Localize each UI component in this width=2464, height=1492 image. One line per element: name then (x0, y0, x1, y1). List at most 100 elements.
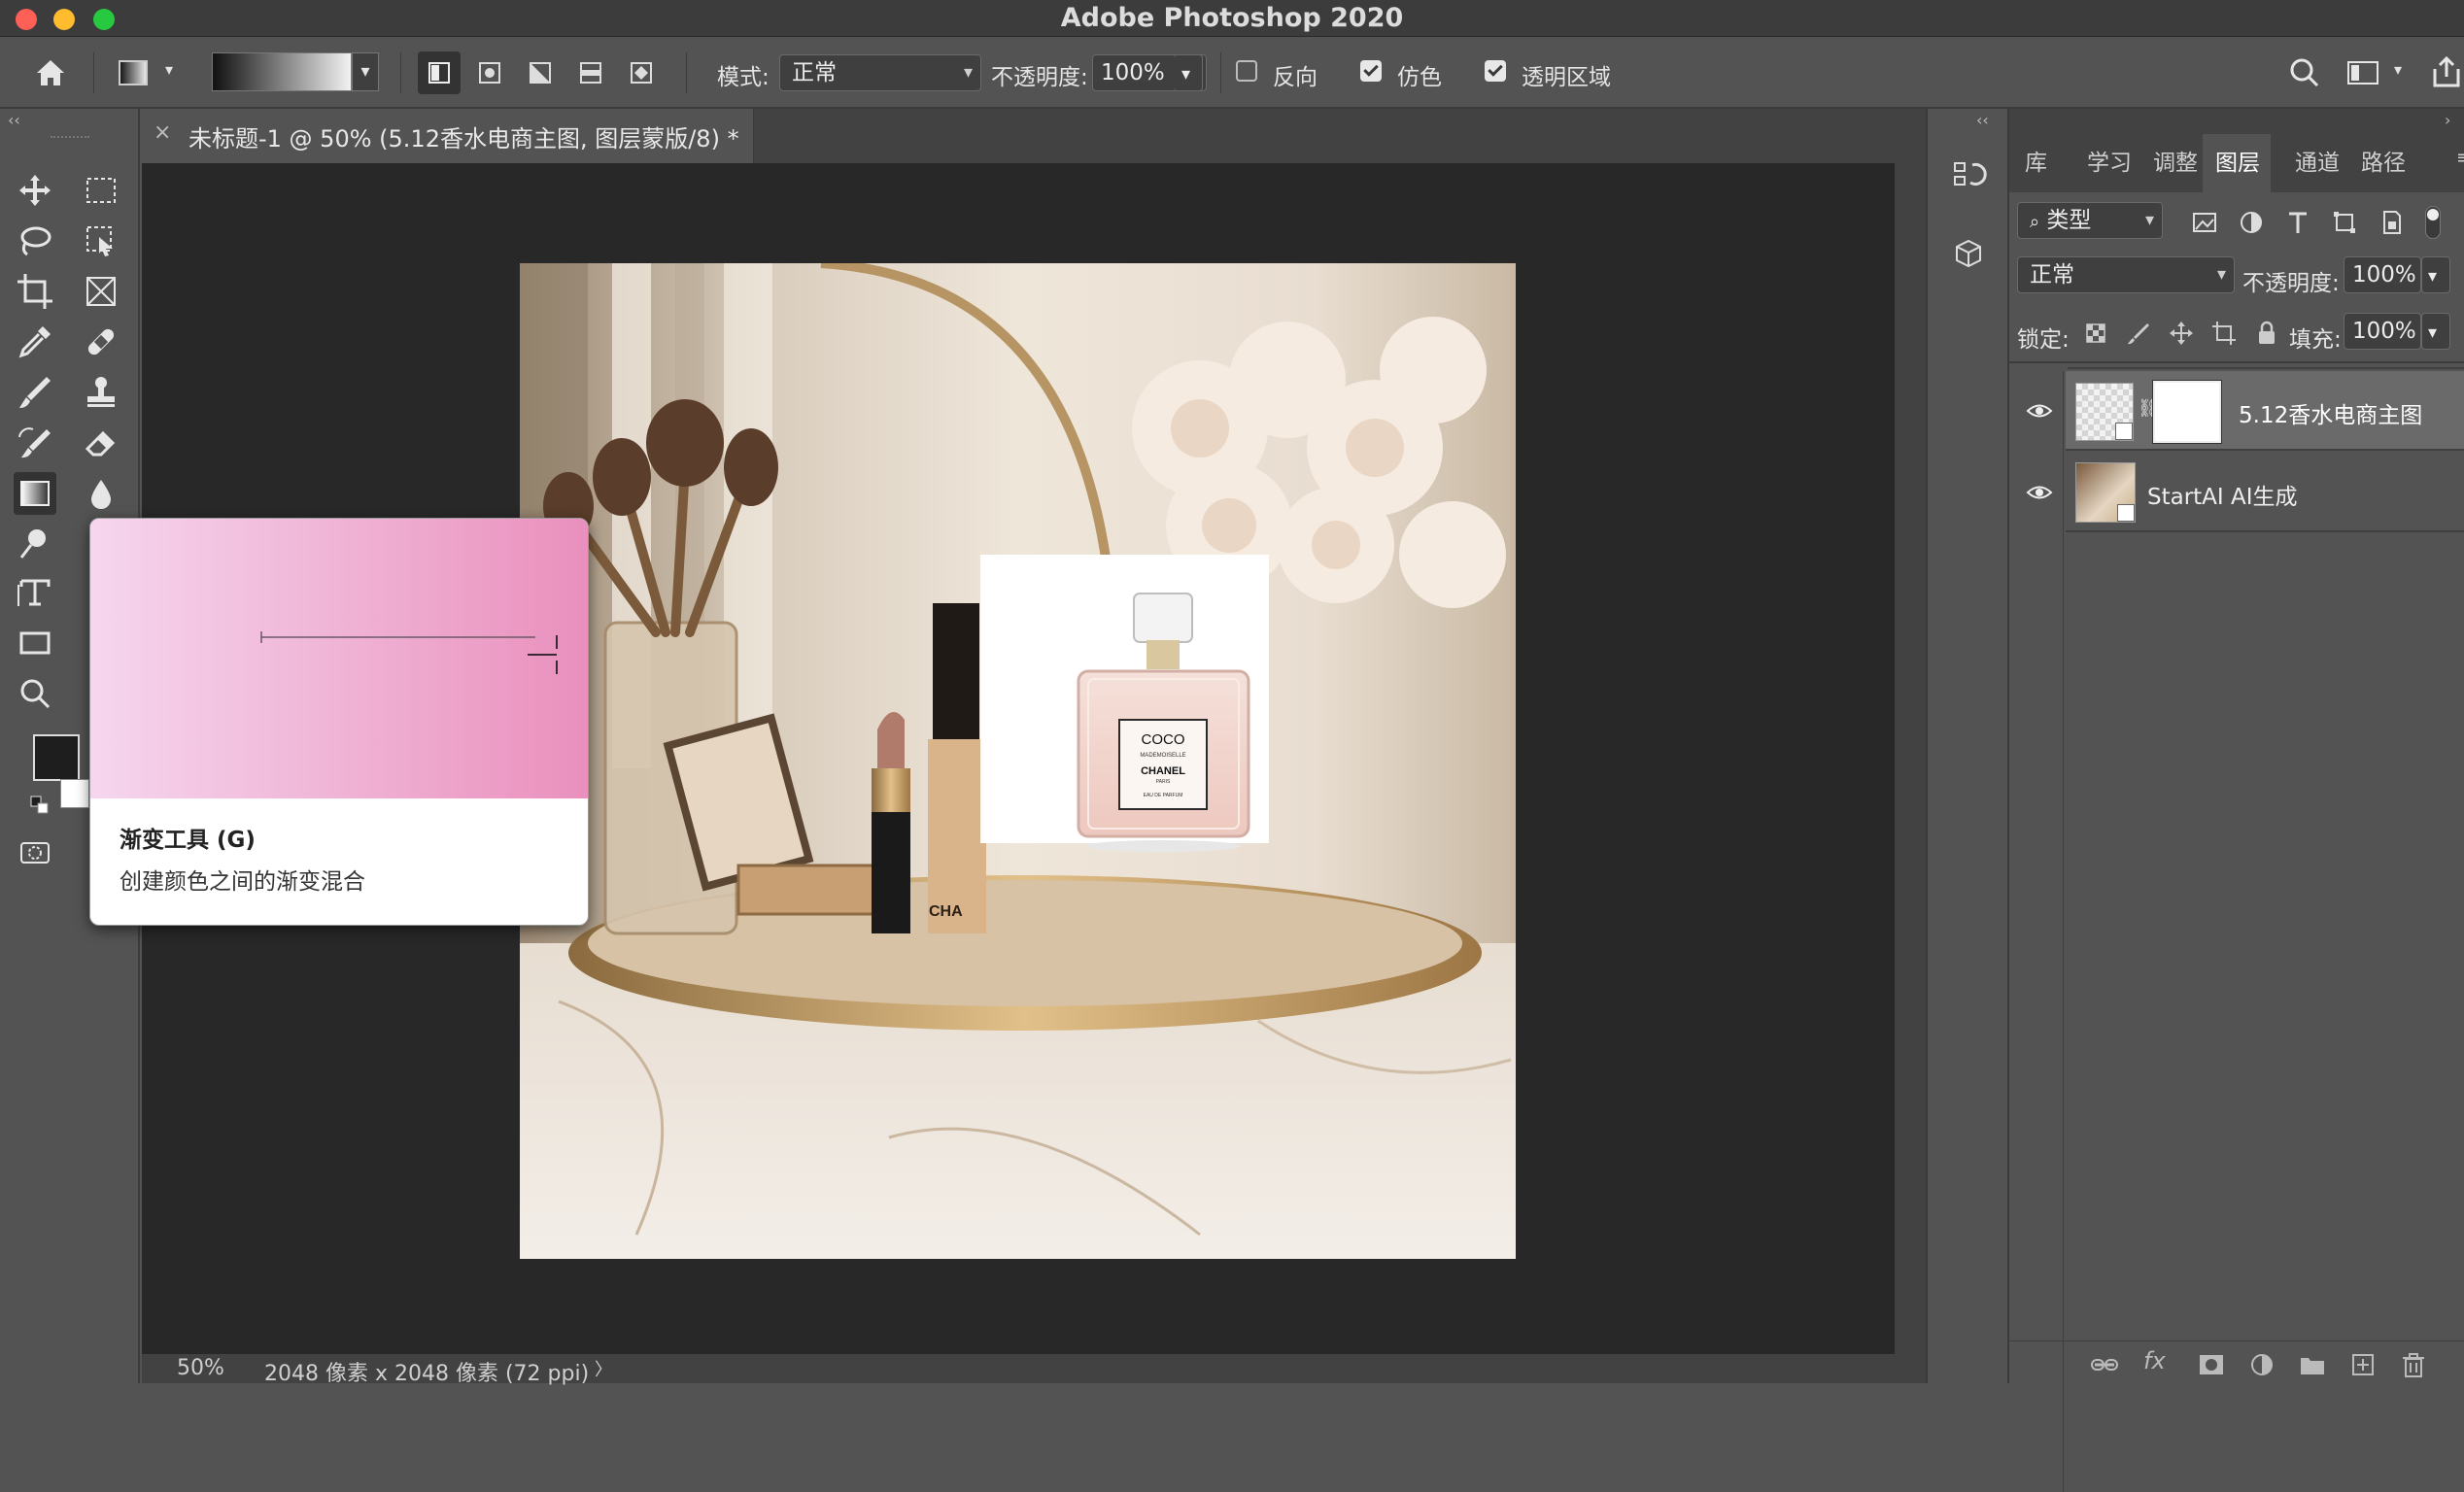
3d-panel-button[interactable] (1949, 235, 1988, 274)
zoom-tool[interactable] (14, 672, 56, 715)
gradient-tool-tooltip: 渐变工具 (G) 创建颜色之间的渐变混合 (89, 518, 589, 926)
transparency-checkbox[interactable] (1485, 60, 1506, 82)
dither-checkbox[interactable] (1360, 60, 1382, 82)
layer-thumbnail[interactable] (2075, 462, 2136, 523)
new-group-folder-icon[interactable] (2297, 1349, 2328, 1380)
collapse-toolbar-button[interactable]: ‹‹ (0, 111, 140, 129)
add-mask-icon[interactable] (2196, 1349, 2227, 1380)
panel-menu-icon[interactable]: ≡ (2456, 148, 2464, 168)
quick-mask-button[interactable] (14, 831, 56, 874)
document-tab[interactable]: × 未标题-1 @ 50% (5.12香水电商主图, 图层蒙版/8) * (142, 109, 754, 163)
eye-icon[interactable] (2025, 478, 2054, 507)
eyedropper-tool[interactable] (14, 321, 56, 363)
workspace-icon[interactable] (2344, 53, 2382, 92)
marquee-tool[interactable] (80, 169, 122, 212)
home-icon[interactable] (31, 53, 70, 92)
layer-row[interactable]: StartAI AI生成 (2026, 453, 2464, 530)
vertical-scrollbar[interactable] (1895, 163, 1926, 1354)
lock-pixels-icon[interactable] (2124, 319, 2153, 348)
history-panel-button[interactable] (1949, 155, 1988, 194)
type-tool[interactable] (14, 571, 56, 614)
healing-brush-tool[interactable] (80, 321, 122, 363)
search-icon[interactable] (2285, 53, 2324, 92)
pixel-layer-filter-icon[interactable] (2188, 206, 2221, 239)
layer-thumbnail[interactable] (2075, 383, 2134, 441)
zoom-icon (20, 679, 51, 709)
lock-position-icon[interactable] (2167, 319, 2196, 348)
layer-mask-thumbnail[interactable] (2152, 380, 2222, 444)
tab-paths[interactable]: 路径 (2361, 144, 2406, 177)
object-selection-tool[interactable] (80, 220, 122, 262)
gradient-drag-line (260, 631, 558, 674)
layer-name[interactable]: 5.12香水电商主图 (2239, 396, 2422, 429)
blur-tool[interactable] (80, 472, 122, 515)
radial-gradient-icon[interactable] (470, 53, 509, 92)
lasso-tool[interactable] (14, 220, 56, 262)
opacity-dropdown[interactable]: ▾ (1174, 54, 1203, 91)
gradient-tool[interactable] (14, 472, 56, 515)
gradient-picker-dropdown[interactable]: ▾ (352, 52, 379, 91)
adjustment-layer-filter-icon[interactable] (2235, 206, 2268, 239)
angle-gradient-icon[interactable] (521, 53, 560, 92)
tab-learn[interactable]: 学习 (2087, 144, 2132, 177)
crop-tool[interactable] (14, 270, 56, 313)
shape-layer-filter-icon[interactable] (2328, 206, 2361, 239)
diamond-gradient-icon[interactable] (622, 53, 661, 92)
chevron-down-icon[interactable]: ▾ (165, 60, 173, 79)
zoom-level[interactable]: 50% (177, 1356, 224, 1380)
shape-tool[interactable] (14, 622, 56, 664)
filter-toggle[interactable] (2425, 206, 2441, 239)
trash-icon[interactable] (2398, 1349, 2429, 1380)
layer-row-selected[interactable]: ⛓ 5.12香水电商主图 (2026, 371, 2464, 449)
stamp-tool[interactable] (80, 371, 122, 414)
brush-tool[interactable] (14, 371, 56, 414)
tab-channels[interactable]: 通道 (2295, 144, 2340, 177)
eye-icon[interactable] (2025, 396, 2054, 425)
lock-artboard-icon[interactable] (2209, 319, 2239, 348)
mode-select[interactable]: 正常 ▾ (779, 54, 981, 91)
layer-name[interactable]: StartAI AI生成 (2147, 478, 2298, 511)
lock-transparency-icon[interactable] (2081, 319, 2110, 348)
gradient-picker[interactable] (212, 52, 352, 91)
close-document-icon[interactable]: × (154, 120, 171, 145)
layer-filter-select[interactable]: ⌕ 类型 ▾ (2017, 202, 2163, 239)
tab-layers[interactable]: 图层 (2215, 144, 2260, 177)
layer-style-fx-icon[interactable]: fx (2143, 1347, 2166, 1374)
fill-dropdown[interactable]: ▾ (2421, 313, 2450, 350)
eraser-tool[interactable] (80, 422, 122, 464)
new-layer-icon[interactable] (2347, 1349, 2378, 1380)
default-colors-icon[interactable] (29, 795, 51, 816)
eyedropper-icon (18, 326, 51, 358)
tab-libraries[interactable]: 库 (2025, 144, 2047, 177)
share-icon[interactable] (2427, 53, 2464, 92)
type-layer-filter-icon[interactable] (2281, 206, 2314, 239)
reflected-gradient-icon[interactable] (571, 53, 610, 92)
lock-all-icon[interactable] (2252, 319, 2281, 348)
frame-tool[interactable] (80, 270, 122, 313)
tab-adjustments[interactable]: 调整 (2153, 144, 2198, 177)
linear-gradient-button[interactable] (418, 51, 461, 94)
collapse-dock-button[interactable]: ‹‹ (1976, 111, 1989, 129)
background-color-swatch[interactable] (60, 779, 89, 808)
gradient-tool-preset-icon[interactable] (115, 53, 154, 92)
layer-opacity-dropdown[interactable]: ▾ (2421, 256, 2450, 293)
foreground-color-swatch[interactable] (33, 734, 80, 781)
move-tool[interactable] (14, 169, 56, 212)
document-canvas[interactable]: CHA COCO MADEMOISELLE CHANEL PARIS EAU D… (520, 263, 1516, 1259)
reverse-checkbox[interactable] (1236, 60, 1257, 82)
dodge-tool[interactable] (14, 523, 56, 565)
link-layers-icon[interactable] (2089, 1349, 2120, 1380)
blend-mode-select[interactable]: 正常 ▾ (2017, 256, 2235, 293)
layer-opacity-input[interactable]: 100% (2344, 256, 2421, 293)
chevron-down-icon[interactable]: ▾ (2394, 60, 2402, 79)
status-menu-arrow[interactable]: 〉 (595, 1356, 612, 1381)
new-adjustment-layer-icon[interactable] (2246, 1349, 2277, 1380)
mademoiselle-label: MADEMOISELLE (1140, 753, 1185, 759)
history-brush-tool[interactable] (14, 422, 56, 464)
fill-input[interactable]: 100% (2344, 313, 2421, 350)
toolbar-grip[interactable] (51, 136, 89, 142)
smart-object-filter-icon[interactable] (2375, 206, 2408, 239)
tooltip-title: 渐变工具 (G) (120, 828, 256, 853)
opacity-value: 100% (1101, 60, 1165, 85)
panel-close-arrow[interactable]: › (2445, 111, 2450, 129)
